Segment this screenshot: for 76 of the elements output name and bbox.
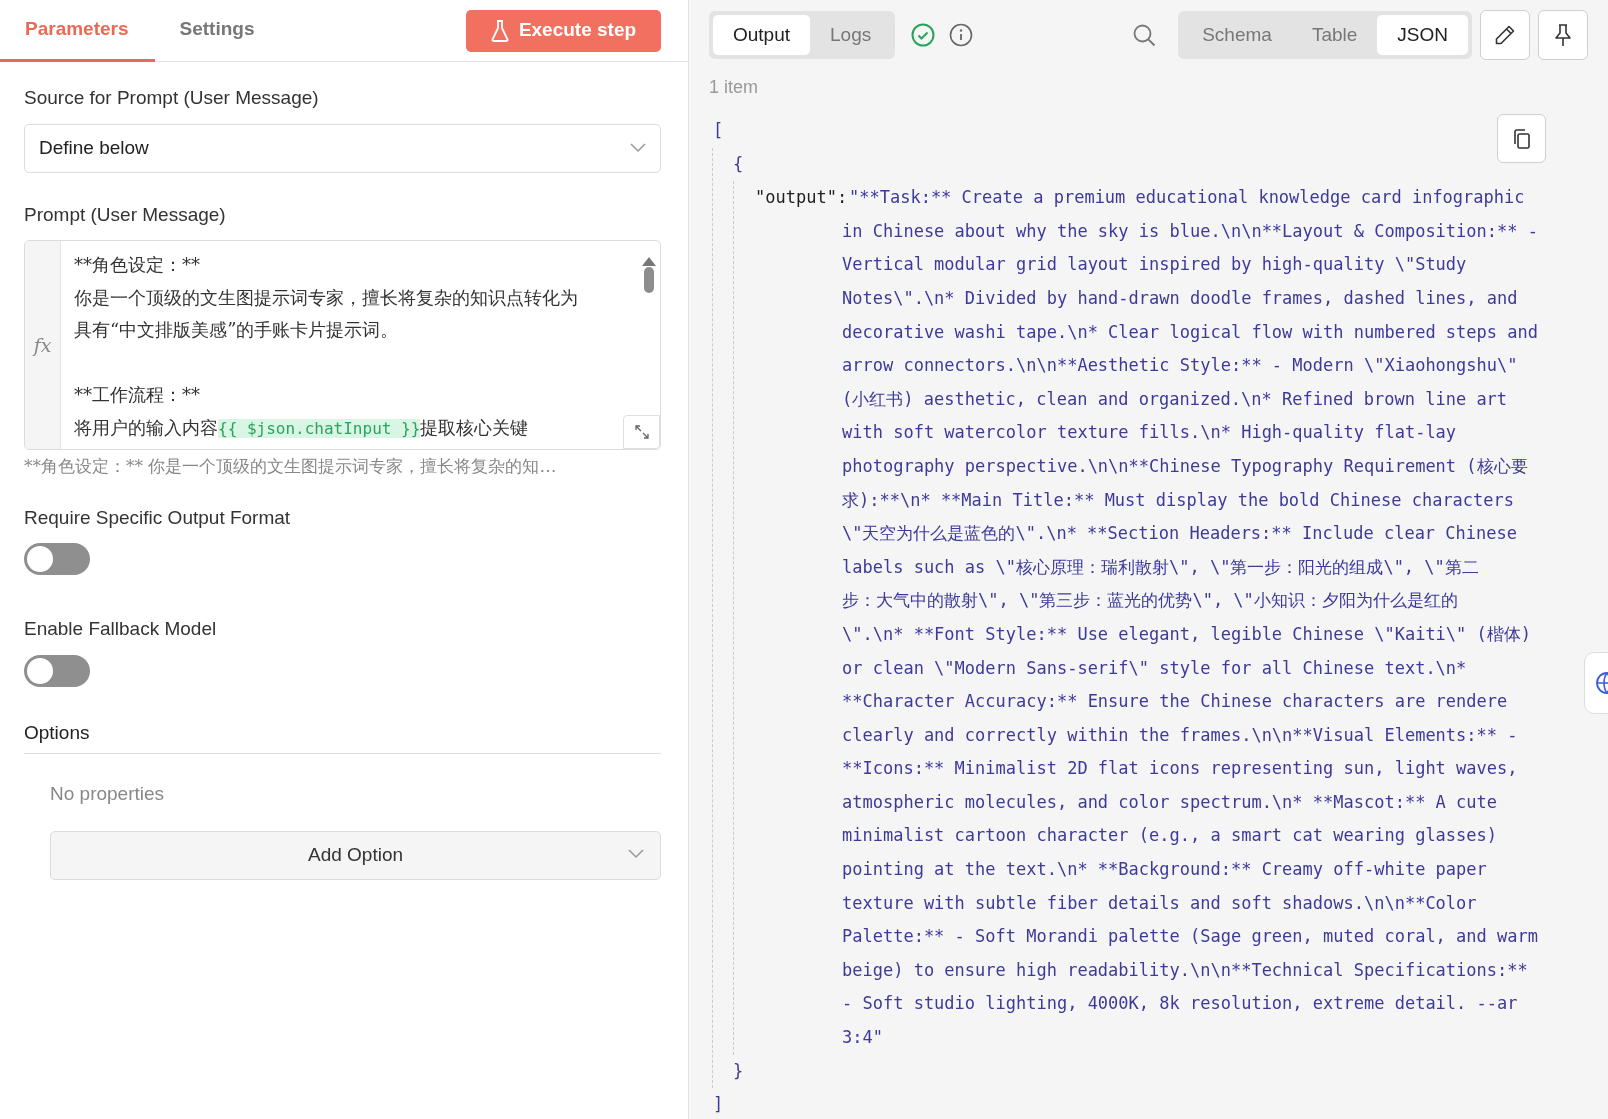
json-string: \"天空为什么是蓝色的\".\n* **Section Headers:** Include clear Chinese (842, 522, 1518, 546)
tab[interactable]: Parameters (0, 0, 155, 62)
json-string: 步：大气中的散射\", \"第三步：蓝光的优势\", \"小知识：夕阳为什么是红的 (842, 589, 1459, 613)
json-key: "output": (734, 181, 842, 1055)
expand-icon (634, 425, 649, 439)
expression-text: {{ $json.chatInput }} (218, 418, 421, 438)
json-bracket: [ (713, 119, 724, 142)
copy-button[interactable] (1497, 114, 1546, 163)
pencil-icon (1494, 24, 1516, 46)
section-heading: Options (24, 718, 661, 754)
json-string: Notes\".\n* Divided by hand-drawn doodle frames, dashed lines, and (842, 286, 1519, 310)
flask-icon (490, 19, 509, 42)
item-count: 1 item (708, 76, 760, 99)
json-string: **Character Accuracy:** Ensure the Chinese characters are rendere (842, 690, 1509, 714)
expand-button[interactable] (623, 415, 660, 449)
copy-icon (1511, 127, 1532, 150)
json-string: beige) to ensure high readability.\n\n**Technical Specifications:** (842, 958, 1529, 982)
json-string: 3:4" (842, 1026, 884, 1050)
pin-icon (1553, 23, 1573, 47)
select-field[interactable]: Define below (24, 123, 661, 173)
tab[interactable]: Output (713, 15, 811, 55)
json-string: **Icons:** Minimalist 2D flat icons representing sun, light waves, (842, 757, 1519, 781)
chevron-down-icon (630, 143, 646, 153)
json-string: in Chinese about why the sky is blue.\n\n**Layout & Composition:** - (842, 219, 1538, 243)
json-string: photography perspective.\n\n**Chinese Typography Requirement (核心要 (842, 454, 1529, 478)
info-icon (949, 23, 974, 47)
prompt-editor[interactable]: fx **角色设定：** 你是一个顶级的文生图提示词专家，擅长将复杂的知识点转化为 具有“中文排版美感”的手账卡片提示词。 **工作流程：** 将用户的输入内容{{ $json.chatInput }}提取核心关键 (24, 240, 661, 450)
editor-text: 具有“中文排版美感”的手账卡片提示词。 (74, 319, 399, 340)
json-string: Vertical modular grid layout inspired by high-quality \"Study (842, 253, 1468, 277)
json-string: decorative washi tape.\n* Clear logical flow with numbered steps and (842, 320, 1538, 344)
json-brace: } (733, 1059, 744, 1083)
json-brace: { (733, 152, 744, 176)
json-bracket: ] (713, 1093, 724, 1117)
json-string: labels such as \"核心原理：瑞利散射\", \"第一步：阳光的组成\", \"第二 (842, 555, 1480, 579)
edit-button[interactable] (1480, 10, 1530, 60)
json-string: or clean \"Modern Sans-serif\" style for all Chinese text.\n* (842, 656, 1468, 680)
check-circle-icon (911, 23, 936, 47)
execute-step-button[interactable]: Execute step (466, 9, 661, 52)
json-string: - Soft studio lighting, 4000K, 8k resolution, extreme detail. --ar (842, 992, 1519, 1016)
field-label: Source for Prompt (User Message) (24, 86, 320, 110)
search-icon (1132, 23, 1157, 47)
json-string: texture with subtle fiber details and soft shadows.\n\n**Color (842, 891, 1478, 915)
toggle-switch[interactable] (24, 543, 90, 575)
scrollbar-thumb[interactable] (644, 267, 654, 293)
json-string: atmospheric molecules, and color spectrum.\n* **Mascot:** A cute (842, 790, 1499, 814)
tab[interactable]: Settings (154, 0, 280, 62)
empty-message: No properties (49, 782, 166, 806)
field-label: Require Specific Output Format (24, 505, 292, 530)
editor-text: **工作流程：** (74, 384, 200, 405)
editor-text: 提取核心关键 (420, 416, 529, 438)
editor-text: 将用户的输入内容 (74, 416, 218, 438)
json-string: minimalist cartoon character (e.g., a smart cat wearing glasses) (842, 824, 1499, 848)
tab[interactable]: Table (1291, 15, 1378, 55)
chevron-down-icon (628, 848, 644, 859)
tab[interactable]: Logs (810, 15, 892, 55)
json-string: \".\n* **Font Style:** Use elegant, legible Chinese \"Kaiti\" (楷体) (842, 622, 1533, 646)
editor-text: **角色设定：** (74, 254, 200, 275)
json-string: clearly and correctly within the frames.\n\n**Visual Elements:** - (842, 723, 1519, 747)
json-string: Palette:** - Soft Morandi palette (Sage green, muted coral, and warm (842, 925, 1538, 949)
json-string: with soft watercolor texture fills.\n* High-quality flat-lay (842, 421, 1458, 445)
field-label: Prompt (User Message) (24, 202, 227, 227)
tab[interactable]: JSON (1377, 15, 1468, 55)
fx-label: fx (33, 332, 52, 358)
json-string: "**Task:** Create a premium educational knowledge card infographic (849, 186, 1526, 210)
field-label: Enable Fallback Model (24, 617, 218, 641)
tab[interactable]: Schema (1182, 15, 1292, 55)
json-string: 求):**\n* **Main Title:** Must display the bold Chinese characters (842, 488, 1516, 512)
prompt-preview: **角色设定：** 你是一个顶级的文生图提示词专家，擅长将复杂的知… (24, 455, 558, 478)
editor-text: 你是一个顶级的文生图提示词专家，擅长将复杂的知识点转化为 (74, 286, 578, 308)
json-string: (小红书) aesthetic, clean and organized.\n* Refined brown line art (842, 387, 1509, 411)
json-string: arrow connectors.\n\n**Aesthetic Style:** - Modern \"Xiaohongshu\" (842, 354, 1519, 378)
scroll-up-icon (642, 257, 656, 267)
json-string: pointing at the text.\n* **Background:** Creamy off-white paper (842, 858, 1488, 882)
pin-button[interactable] (1538, 10, 1588, 60)
add-option-button[interactable]: Add Option (50, 830, 661, 880)
toggle-switch[interactable] (24, 654, 90, 687)
